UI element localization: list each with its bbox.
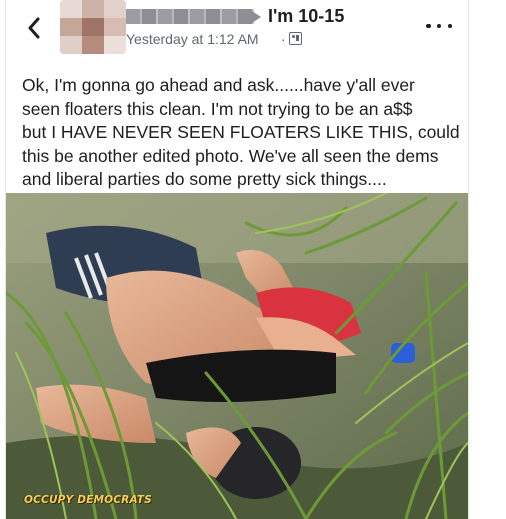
post-photo[interactable]: OCCUPY DEMOCRATS — [6, 193, 468, 519]
post-header: I'm 10-15 Yesterday at 1:12 AM · — [6, 0, 468, 60]
redacted-author-name — [126, 9, 254, 24]
post-timestamp[interactable]: Yesterday at 1:12 AM — [126, 31, 259, 47]
group-audience-icon — [289, 32, 302, 45]
triangle-right-icon — [252, 11, 261, 23]
more-options-icon — [447, 23, 452, 29]
more-options-button[interactable] — [426, 16, 452, 36]
photo-illustration — [6, 193, 468, 519]
separator-dot: · — [281, 31, 286, 47]
avatar[interactable] — [60, 0, 126, 54]
post-text: Ok, I'm gonna go ahead and ask......have… — [22, 75, 460, 189]
group-name[interactable]: I'm 10-15 — [268, 6, 344, 27]
back-button[interactable] — [20, 14, 48, 42]
post-card: I'm 10-15 Yesterday at 1:12 AM · Ok, I'm… — [5, 0, 469, 519]
chevron-left-icon — [28, 17, 40, 39]
more-options-icon — [426, 23, 431, 29]
more-options-icon — [436, 23, 442, 29]
watermark-text: OCCUPY DEMOCRATS — [24, 494, 152, 506]
